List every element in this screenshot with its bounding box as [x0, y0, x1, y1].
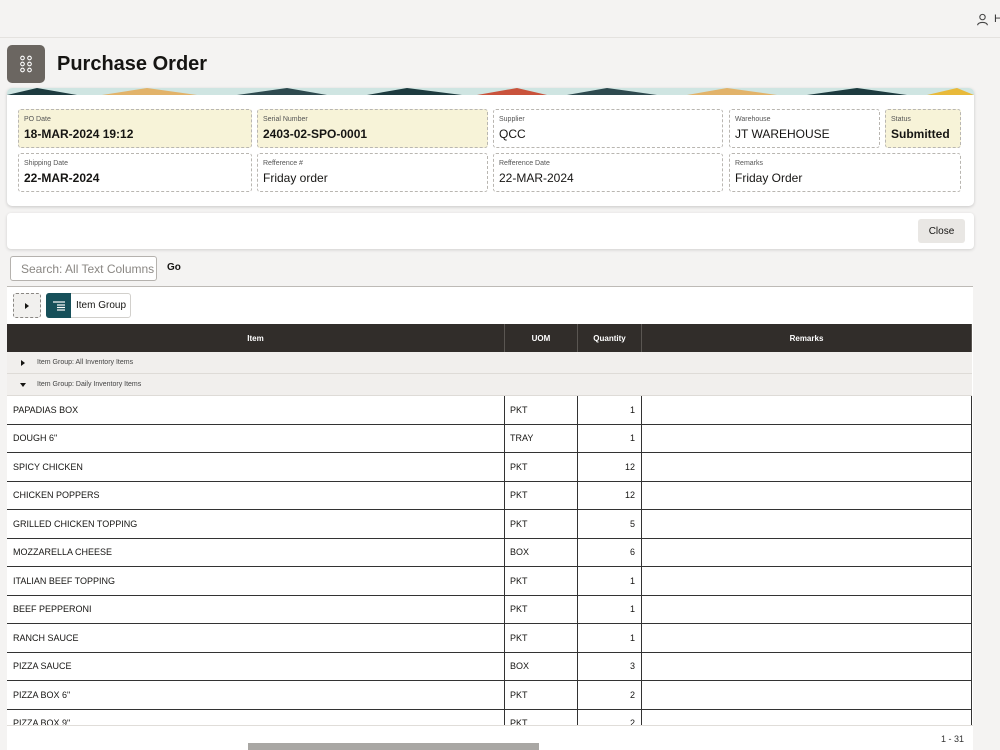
control-break-chip[interactable]: Item Group [46, 293, 131, 318]
quantity-cell[interactable]: 3 [578, 652, 642, 680]
obscured-element [248, 743, 539, 750]
table-row[interactable]: PIZZA SAUCE BOX 3 [7, 652, 972, 681]
button-bar: Close [7, 213, 974, 249]
quantity-cell[interactable]: 2 [578, 681, 642, 709]
remarks-cell[interactable] [642, 538, 972, 566]
table-row[interactable]: PIZZA BOX 6" PKT 2 [7, 681, 972, 710]
grid-rows: PAPADIAS BOX PKT 1 DOUGH 6" TRAY 1 SPICY… [7, 396, 972, 738]
remarks-cell[interactable] [642, 424, 972, 452]
status-field: Status Submitted [885, 109, 961, 148]
close-button[interactable]: Close [918, 219, 965, 243]
remarks-cell[interactable] [642, 481, 972, 509]
reference-date-field: Refference Date 22-MAR-2024 [493, 153, 723, 192]
control-break-bar: Item Group [7, 287, 973, 324]
item-cell[interactable]: DOUGH 6" [7, 424, 505, 452]
item-cell[interactable]: CHICKEN POPPERS [7, 481, 505, 509]
app-menu-icon[interactable] [7, 45, 45, 83]
uom-cell[interactable]: BOX [505, 652, 578, 680]
uom-cell[interactable]: PKT [505, 595, 578, 623]
user-name[interactable]: H [994, 13, 1000, 25]
page-header: Purchase Order [7, 45, 207, 83]
go-button[interactable]: Go [167, 262, 181, 273]
item-cell[interactable]: ITALIAN BEEF TOPPING [7, 567, 505, 595]
remarks-field: Remarks Friday Order [729, 153, 961, 192]
item-cell[interactable]: GRILLED CHICKEN TOPPING [7, 510, 505, 538]
group-row-expanded[interactable]: Item Group: Daily Inventory Items [7, 374, 972, 396]
group-label: Item Group: Daily Inventory Items [37, 381, 142, 388]
supplier-field: Supplier QCC [493, 109, 723, 148]
item-cell[interactable]: PIZZA SAUCE [7, 652, 505, 680]
table-row[interactable]: DOUGH 6" TRAY 1 [7, 424, 972, 453]
group-label: Item Group: All Inventory Items [37, 359, 134, 366]
grid-toolbar: Go [7, 253, 973, 287]
table-row[interactable]: PAPADIAS BOX PKT 1 [7, 396, 972, 425]
uom-cell[interactable]: PKT [505, 681, 578, 709]
uom-cell[interactable]: BOX [505, 538, 578, 566]
items-grid: Go Item Group Item UOM Quantity Remarks … [7, 253, 973, 750]
caret-right-icon [25, 302, 29, 309]
user-menu[interactable]: H [976, 11, 1000, 27]
caret-down-icon [19, 381, 26, 388]
table-row[interactable]: BEEF PEPPERONI PKT 1 [7, 595, 972, 624]
item-cell[interactable]: MOZZARELLA CHEESE [7, 538, 505, 566]
quantity-cell[interactable]: 12 [578, 481, 642, 509]
remarks-cell[interactable] [642, 681, 972, 709]
warehouse-field: Warehouse JT WAREHOUSE [729, 109, 880, 148]
quantity-cell[interactable]: 6 [578, 538, 642, 566]
serial-number-field: Serial Number 2403-02-SPO-0001 [257, 109, 488, 148]
page-title: Purchase Order [57, 52, 208, 75]
search-input[interactable] [10, 256, 157, 281]
table-row[interactable]: MOZZARELLA CHEESE BOX 6 [7, 538, 972, 567]
column-header-remarks[interactable]: Remarks [642, 324, 972, 352]
uom-cell[interactable]: PKT [505, 481, 578, 509]
decorative-banner [7, 88, 974, 95]
uom-cell[interactable]: TRAY [505, 424, 578, 452]
po-header-region: PO Date 18-MAR-2024 19:12 Serial Number … [7, 88, 974, 206]
quantity-cell[interactable]: 1 [578, 595, 642, 623]
uom-cell[interactable]: PKT [505, 624, 578, 652]
column-header-item[interactable]: Item [7, 324, 505, 352]
quantity-cell[interactable]: 1 [578, 567, 642, 595]
column-header-quantity[interactable]: Quantity [578, 324, 642, 352]
uom-cell[interactable]: PKT [505, 510, 578, 538]
remarks-cell[interactable] [642, 510, 972, 538]
remarks-cell[interactable] [642, 652, 972, 680]
group-row-collapsed[interactable]: Item Group: All Inventory Items [7, 352, 972, 374]
pagination-range: 1 - 31 [940, 734, 964, 744]
item-cell[interactable]: SPICY CHICKEN [7, 453, 505, 481]
grid-header: Item UOM Quantity Remarks [7, 324, 972, 352]
quantity-cell[interactable]: 5 [578, 510, 642, 538]
table-row[interactable]: GRILLED CHICKEN TOPPING PKT 5 [7, 510, 972, 539]
remarks-cell[interactable] [642, 396, 972, 424]
quantity-cell[interactable]: 12 [578, 453, 642, 481]
quantity-cell[interactable]: 1 [578, 624, 642, 652]
remarks-cell[interactable] [642, 567, 972, 595]
shipping-date-field: Shipping Date 22-MAR-2024 [18, 153, 252, 192]
remarks-cell[interactable] [642, 453, 972, 481]
reference-number-field: Refference # Friday order [257, 153, 488, 192]
remarks-cell[interactable] [642, 595, 972, 623]
control-break-label: Item Group [76, 300, 127, 311]
quantity-cell[interactable]: 1 [578, 396, 642, 424]
item-cell[interactable]: PIZZA BOX 6" [7, 681, 505, 709]
item-cell[interactable]: RANCH SAUCE [7, 624, 505, 652]
table-row[interactable]: SPICY CHICKEN PKT 12 [7, 453, 972, 482]
column-header-uom[interactable]: UOM [505, 324, 578, 352]
uom-cell[interactable]: PKT [505, 453, 578, 481]
remarks-cell[interactable] [642, 624, 972, 652]
item-cell[interactable]: PAPADIAS BOX [7, 396, 505, 424]
table-row[interactable]: CHICKEN POPPERS PKT 12 [7, 481, 972, 510]
caret-right-icon [19, 359, 26, 366]
quantity-cell[interactable]: 1 [578, 424, 642, 452]
user-icon [977, 13, 988, 25]
uom-cell[interactable]: PKT [505, 396, 578, 424]
table-row[interactable]: ITALIAN BEEF TOPPING PKT 1 [7, 567, 972, 596]
item-cell[interactable]: BEEF PEPPERONI [7, 595, 505, 623]
top-bar: H [0, 0, 1000, 38]
expand-toggle-button[interactable] [13, 293, 41, 318]
table-row[interactable]: RANCH SAUCE PKT 1 [7, 624, 972, 653]
uom-cell[interactable]: PKT [505, 567, 578, 595]
control-break-icon [46, 293, 71, 318]
po-date-field: PO Date 18-MAR-2024 19:12 [18, 109, 252, 148]
